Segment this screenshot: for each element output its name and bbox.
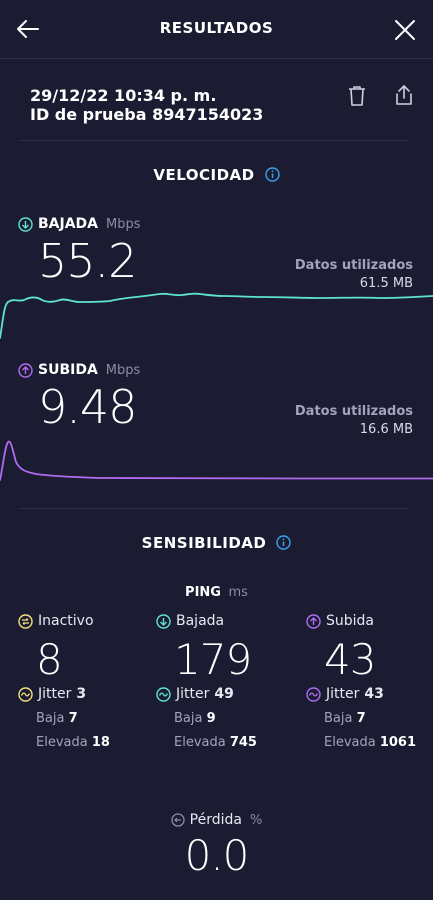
jitter-icon [156, 686, 171, 702]
packet-loss-value: 0.0 [184, 831, 250, 880]
upload-speed-graph [0, 440, 433, 481]
info-icon[interactable] [276, 534, 292, 550]
speed-section-title: VELOCIDAD [0, 166, 433, 184]
ping-idle-label: Inactivo [18, 613, 110, 629]
ping-download-column: Bajada 179 Jitter 49 Baja 9 Elevada 745 [156, 613, 257, 750]
loss-icon [171, 813, 185, 827]
upload-arrow-icon [306, 613, 321, 629]
ping-upload-high: Elevada 1061 [324, 735, 417, 750]
close-icon[interactable] [392, 17, 418, 43]
test-datetime: 29/12/22 10:34 p. m. [30, 86, 217, 105]
ping-idle-low: Baja 7 [36, 711, 78, 726]
share-icon[interactable] [392, 83, 416, 107]
header-divider [0, 58, 433, 59]
ping-download-high: Elevada 745 [174, 735, 257, 750]
ping-label: PING ms [185, 585, 248, 600]
info-icon[interactable] [264, 166, 280, 182]
speed-divider [20, 508, 409, 509]
ping-upload-value: 43 [324, 635, 376, 684]
jitter-icon [306, 686, 321, 702]
test-info: 29/12/22 10:34 p. m. ID de prueba 894715… [30, 86, 263, 124]
sensitivity-section-title: SENSIBILIDAD [0, 534, 433, 552]
packet-loss-label: Pérdida% [171, 812, 262, 828]
ping-idle-column: Inactivo 8 Jitter 3 Baja 7 Elevada 18 [18, 613, 110, 750]
packet-loss: Pérdida% 0.0 [0, 812, 433, 880]
jitter-icon [18, 686, 33, 702]
ping-upload-low: Baja 7 [324, 711, 366, 726]
ping-upload-column: Subida 43 Jitter 43 Baja 7 Elevada 1061 [306, 613, 416, 750]
info-divider [20, 140, 409, 141]
ping-download-low: Baja 9 [174, 711, 216, 726]
download-arrow-icon [156, 613, 171, 629]
jitter-idle: Jitter 3 [18, 686, 110, 702]
upload-speed-value: 9.48 [38, 380, 137, 434]
upload-arrow-icon [18, 362, 33, 378]
download-arrow-icon [18, 216, 33, 232]
upload-label: SUBIDA Mbps [18, 362, 140, 378]
test-id: ID de prueba 8947154023 [30, 105, 264, 124]
page-title: RESULTADOS [159, 19, 274, 37]
jitter-download: Jitter 49 [156, 686, 257, 702]
ping-idle-high: Elevada 18 [36, 735, 110, 750]
idle-icon [18, 613, 33, 629]
ping-idle-value: 8 [36, 635, 63, 684]
download-speed-graph [0, 292, 433, 339]
download-label: BAJADA Mbps [18, 216, 141, 232]
ping-download-label: Bajada [156, 613, 257, 629]
jitter-upload: Jitter 43 [306, 686, 416, 702]
ping-upload-label: Subida [306, 613, 416, 629]
ping-download-value: 179 [174, 635, 252, 684]
trash-icon[interactable] [345, 84, 369, 108]
